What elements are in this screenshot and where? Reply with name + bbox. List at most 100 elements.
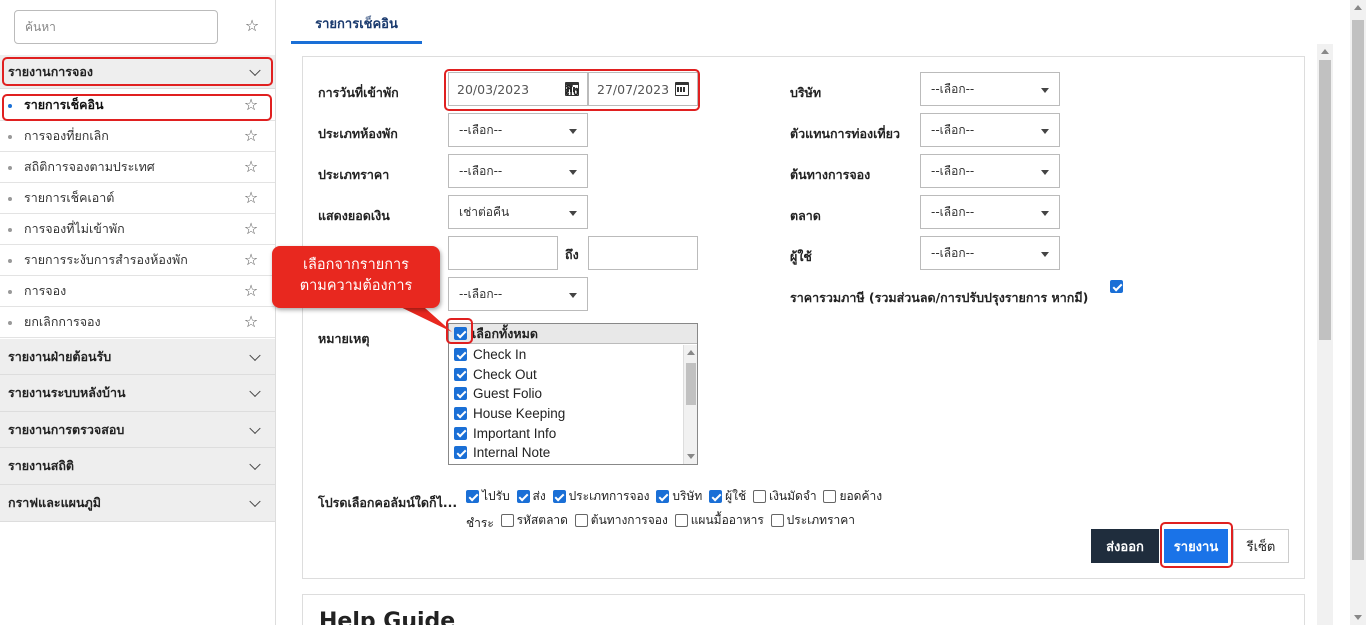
search-box[interactable]	[14, 10, 218, 44]
column-option[interactable]: ประเภทราคา	[770, 510, 855, 531]
scroll-down-icon[interactable]	[1354, 615, 1362, 620]
calendar-icon[interactable]	[675, 82, 689, 96]
date-to-field[interactable]: 27/07/2023	[588, 72, 698, 106]
star-icon[interactable]: ☆	[243, 283, 259, 299]
star-icon[interactable]: ☆	[243, 128, 259, 144]
star-icon[interactable]: ☆	[243, 190, 259, 206]
column-option[interactable]: ต้นทางการจอง	[574, 510, 668, 531]
column-checkbox[interactable]	[823, 490, 837, 503]
sidebar-item-checkin-list[interactable]: รายการเช็คอิน ☆	[0, 90, 275, 121]
column-checkbox[interactable]	[516, 490, 530, 503]
list-item[interactable]: Internal Note	[449, 443, 683, 463]
column-option[interactable]: ผู้ใช้	[709, 486, 746, 507]
star-icon[interactable]: ☆	[244, 18, 260, 34]
list-item[interactable]: Check Out	[449, 365, 683, 385]
section-front-desk[interactable]: รายงานฝ่ายต้อนรับ	[0, 339, 275, 375]
tab-checkin-list[interactable]: รายการเช็คอิน	[291, 10, 422, 44]
column-checkbox[interactable]	[770, 514, 784, 527]
remarks-scrollbar[interactable]	[683, 345, 697, 464]
list-item[interactable]: House Keeping	[449, 404, 683, 424]
rate-type-select[interactable]: --เลือก--	[448, 154, 588, 188]
scroll-up-icon[interactable]	[1321, 49, 1329, 54]
section-statistics[interactable]: รายงานสถิติ	[0, 448, 275, 485]
column-checkbox[interactable]	[466, 490, 479, 503]
column-option[interactable]: เงินมัดจำ	[752, 486, 817, 507]
chevron-down-icon	[249, 385, 261, 398]
column-option[interactable]: ส่ง	[516, 486, 546, 507]
room-type-select[interactable]: --เลือก--	[448, 113, 588, 147]
company-select[interactable]: --เลือก--	[920, 72, 1060, 106]
report-button[interactable]: รายงาน	[1164, 529, 1228, 563]
remark-label: Internal Note	[473, 445, 551, 461]
list-item[interactable]: Important Info	[449, 423, 683, 443]
column-option[interactable]: รหัสตลาด	[500, 510, 568, 531]
remark-checkbox[interactable]	[454, 446, 467, 460]
sidebar-item-cancelled-bookings[interactable]: การจองที่ยกเลิก ☆	[0, 121, 275, 152]
sidebar-item-cancel-booking[interactable]: ยกเลิกการจอง ☆	[0, 307, 275, 338]
section-back-office[interactable]: รายงานระบบหลังบ้าน	[0, 375, 275, 412]
amount-display-label: แสดงยอดเงิน	[318, 208, 390, 223]
column-option[interactable]: ประเภทการจอง	[552, 486, 650, 507]
section-audit[interactable]: รายงานการตรวจสอบ	[0, 412, 275, 448]
star-icon[interactable]: ☆	[243, 252, 259, 268]
amount-display-select[interactable]: เช่าต่อคืน	[448, 195, 588, 229]
sidebar-item-label: การจองที่ยกเลิก	[24, 128, 109, 143]
star-icon[interactable]: ☆	[243, 97, 259, 113]
search-input[interactable]	[15, 11, 217, 43]
column-checkbox[interactable]	[656, 490, 670, 503]
column-option[interactable]: บริษัท	[656, 486, 702, 507]
scroll-up-icon[interactable]	[1354, 5, 1362, 10]
column-option[interactable]: ไปรับ	[466, 486, 510, 507]
range-to-label: ถึง	[565, 247, 579, 262]
section-booking-report[interactable]: รายงานการจอง	[0, 55, 275, 89]
column-option[interactable]: แผนมื้ออาหาร	[674, 510, 764, 531]
list-item[interactable]: Check In	[449, 345, 683, 365]
sidebar-item-bookings[interactable]: การจอง ☆	[0, 276, 275, 307]
column-checkbox[interactable]	[674, 514, 688, 527]
column-checkbox[interactable]	[500, 514, 514, 527]
scroll-down-icon[interactable]	[687, 454, 695, 459]
reset-button[interactable]: รีเซ็ต	[1233, 529, 1289, 563]
column-checkbox[interactable]	[709, 490, 723, 503]
scroll-thumb[interactable]	[1352, 20, 1364, 560]
remarks-select-all[interactable]: เลือกทั้งหมด	[449, 324, 697, 344]
checkin-date-label: การวันที่เข้าพัก	[318, 85, 399, 100]
user-select[interactable]: --เลือก--	[920, 236, 1060, 270]
tax-inclusive-checkbox[interactable]	[1110, 280, 1123, 293]
column-checkbox[interactable]	[574, 514, 588, 527]
rate-type-value: --เลือก--	[459, 163, 503, 178]
range-to-input[interactable]	[588, 236, 698, 270]
travel-agent-label: ตัวแทนการท่องเที่ยว	[790, 126, 900, 141]
sidebar-item-checkout-list[interactable]: รายการเช็คเอาต์ ☆	[0, 183, 275, 214]
select-all-checkbox[interactable]	[454, 327, 467, 340]
list-item[interactable]: Guest Folio	[449, 384, 683, 404]
remark-checkbox[interactable]	[454, 407, 467, 421]
scroll-thumb[interactable]	[686, 363, 696, 405]
column-checkbox[interactable]	[552, 490, 566, 503]
range-from-input[interactable]	[448, 236, 558, 270]
column-label: รหัสตลาด	[516, 513, 568, 527]
sidebar-item-no-show[interactable]: การจองที่ไม่เข้าพัก ☆	[0, 214, 275, 245]
star-icon[interactable]: ☆	[243, 221, 259, 237]
extra-select[interactable]: --เลือก--	[448, 277, 588, 311]
remark-checkbox[interactable]	[454, 348, 467, 362]
scroll-thumb[interactable]	[1319, 60, 1331, 340]
booking-source-select[interactable]: --เลือก--	[920, 154, 1060, 188]
market-select[interactable]: --เลือก--	[920, 195, 1060, 229]
remark-checkbox[interactable]	[454, 426, 467, 440]
section-charts[interactable]: กราฟและแผนภูมิ	[0, 485, 275, 522]
column-option[interactable]: ยอดค้าง	[823, 486, 882, 507]
export-button[interactable]: ส่งออก	[1091, 529, 1159, 563]
star-icon[interactable]: ☆	[243, 314, 259, 330]
travel-agent-select[interactable]: --เลือก--	[920, 113, 1060, 147]
star-icon[interactable]: ☆	[243, 159, 259, 175]
content-scrollbar[interactable]	[1317, 44, 1333, 625]
scroll-up-icon[interactable]	[687, 350, 695, 355]
column-checkbox[interactable]	[752, 490, 766, 503]
window-scrollbar[interactable]	[1350, 0, 1366, 625]
remark-checkbox[interactable]	[454, 367, 467, 381]
remarks-listbox[interactable]: เลือกทั้งหมด Check In Check Out Guest Fo…	[448, 323, 698, 465]
sidebar-item-country-stats[interactable]: สถิติการจองตามประเทศ ☆	[0, 152, 275, 183]
remark-checkbox[interactable]	[454, 387, 467, 401]
sidebar-item-room-hold[interactable]: รายการระงับการสำรองห้องพัก ☆	[0, 245, 275, 276]
